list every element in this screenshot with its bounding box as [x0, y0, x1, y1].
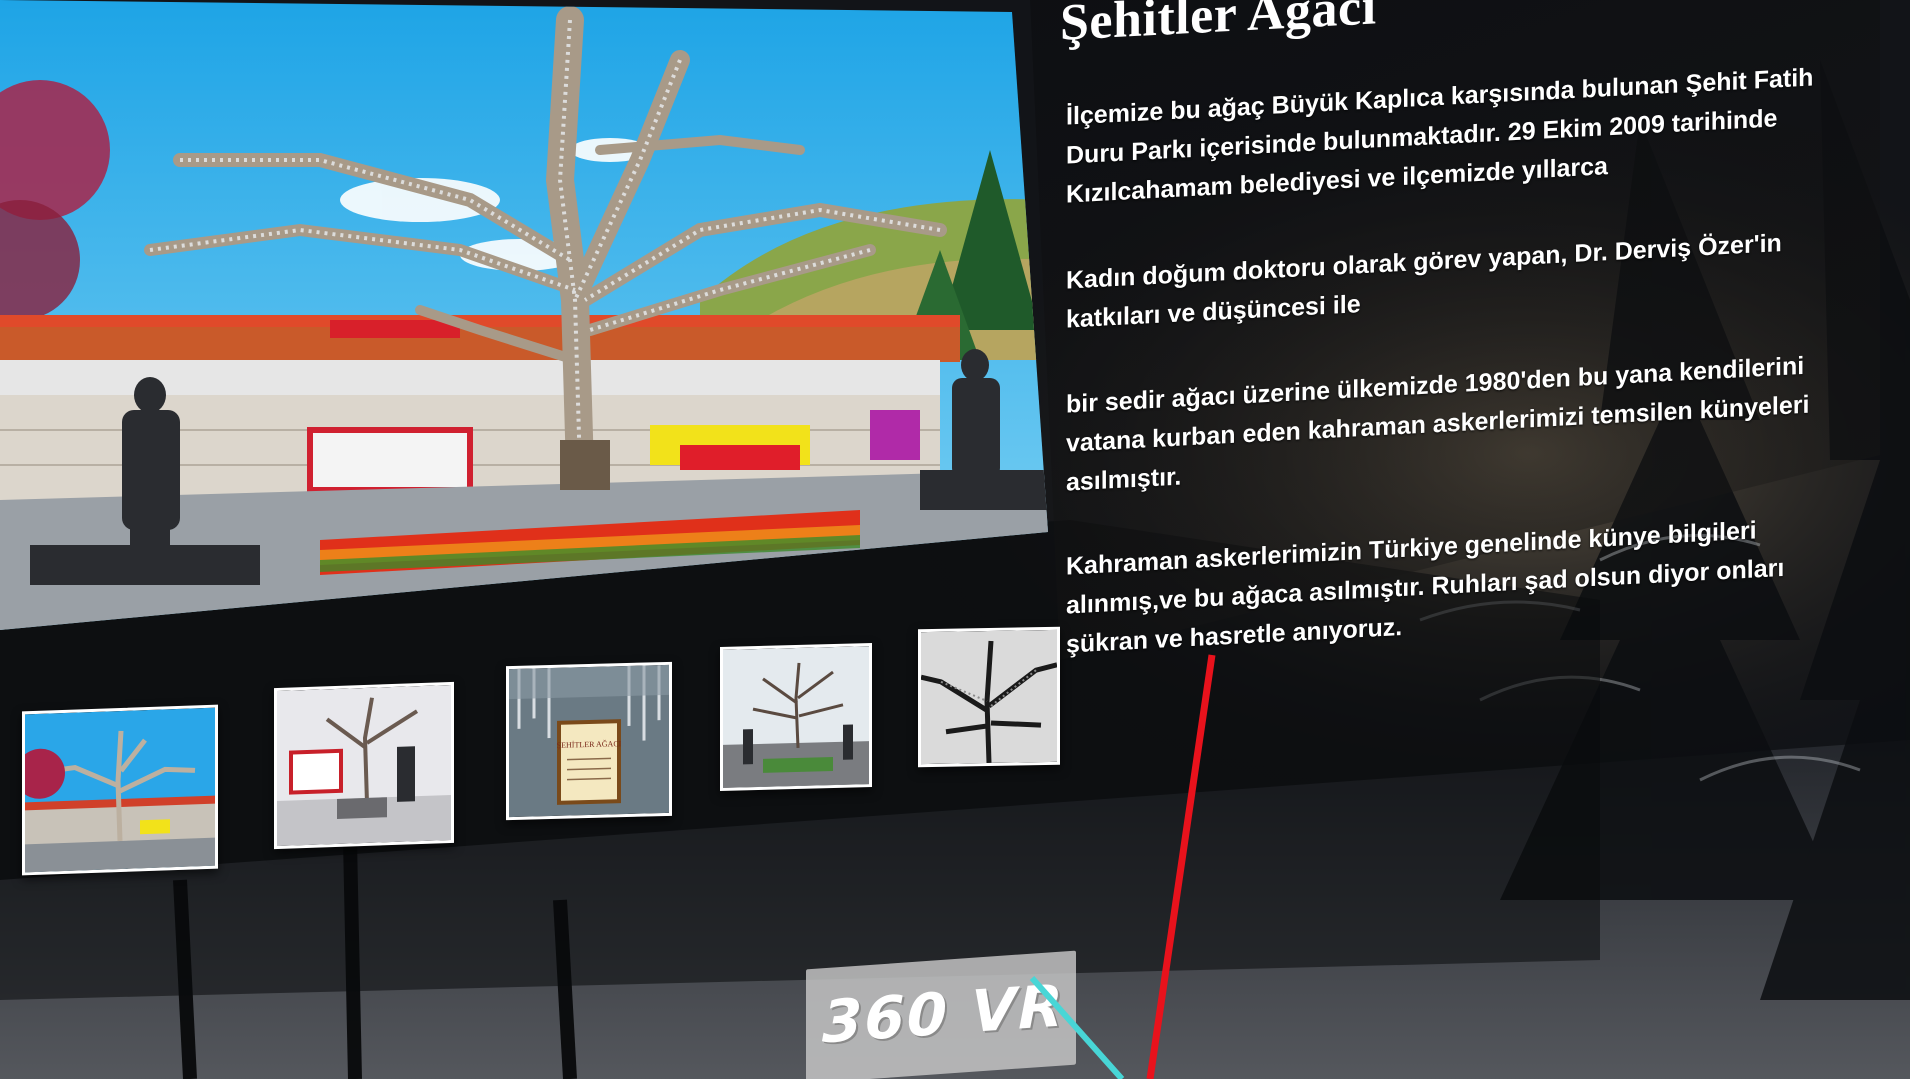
- info-panel: Şehitler Ağacı İlçemize bu ağaç Büyük Ka…: [1058, 0, 1878, 680]
- main-photo: [0, 0, 1048, 630]
- panel-paragraph: İlçemize bu ağaç Büyük Kaplıca karşısınd…: [1066, 63, 1814, 209]
- panel-paragraph: Kadın doğum doktoru olarak görev yapan, …: [1066, 229, 1782, 334]
- panel-title: Şehitler Ağacı: [1060, 0, 1377, 52]
- gallery-thumbnail-5[interactable]: [918, 626, 1060, 768]
- vr-scene: Şehitler Ağacı İlçemize bu ağaç Büyük Ka…: [0, 0, 1910, 1079]
- gallery-thumbnail-1[interactable]: [22, 704, 218, 876]
- gallery-thumbnail-3[interactable]: ŞEHİTLER AĞACI: [506, 661, 672, 821]
- vr-360-button[interactable]: 360 VR: [806, 950, 1076, 1079]
- panel-paragraph: Kahraman askerlerimizin Türkiye genelind…: [1066, 516, 1785, 659]
- gallery-thumbnail-2[interactable]: [274, 681, 454, 850]
- vr-button-label: 360 VR: [822, 971, 1065, 1057]
- thumb-sign-text: ŞEHİTLER AĞACI: [557, 738, 622, 750]
- panel-paragraph: bir sedir ağacı üzerine ülkemizde 1980'd…: [1066, 351, 1810, 497]
- gallery-thumbnail-4[interactable]: [720, 643, 872, 791]
